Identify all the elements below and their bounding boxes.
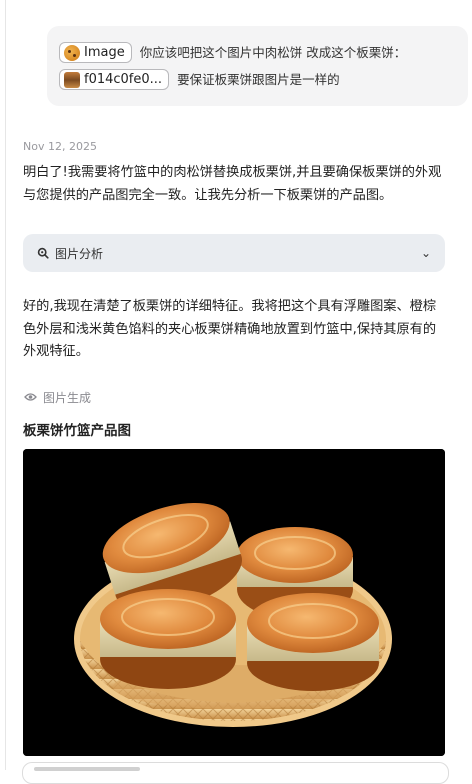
image-generation-label-row: 图片生成 [24, 389, 91, 406]
image-generation-label: 图片生成 [43, 391, 92, 405]
user-message-line-1: Image 你应该吧把这个图片中肉松饼 改成这个板栗饼： [59, 39, 456, 66]
composer-box[interactable] [22, 762, 449, 784]
assistant-detail-text: 好的,我现在清楚了板栗饼的详细特征。我将把这个具有浮雕图案、橙棕色外层和浅米黄色… [23, 299, 437, 359]
user-message-bubble: Image 你应该吧把这个图片中肉松饼 改成这个板栗饼： f014c0fe0..… [47, 26, 468, 106]
image-analysis-label: 图片分析 [55, 246, 104, 261]
pastry-thumbnail-icon [64, 71, 80, 88]
image-analysis-icon [37, 244, 49, 263]
user-message-text-2: 要保证板栗饼跟图片是一样的 [177, 71, 340, 87]
file-attachment-label: f014c0fe0... [84, 71, 163, 87]
image-analysis-toggle[interactable]: 图片分析 ⌄ [23, 234, 445, 272]
image-attachment-chip[interactable]: Image [59, 42, 132, 63]
assistant-intro-text: 明白了!我需要将竹篮中的肉松饼替换成板栗饼,并且要确保板栗饼的外观与您提供的产品… [23, 165, 442, 203]
message-date: Nov 12, 2025 [23, 140, 97, 153]
eye-icon [24, 391, 37, 405]
user-message-line-2: f014c0fe0... 要保证板栗饼跟图片是一样的 [59, 66, 456, 93]
file-attachment-chip[interactable]: f014c0fe0... [59, 69, 170, 90]
image-attachment-label: Image [84, 44, 125, 60]
user-message-text-1: 你应该吧把这个图片中肉松饼 改成这个板栗饼： [139, 44, 407, 60]
generated-product-image[interactable] [23, 449, 445, 756]
composer-attachment-pill [34, 767, 140, 771]
generated-image-title: 板栗饼竹篮产品图 [23, 423, 131, 439]
conversation-left-rule [5, 0, 6, 770]
chevron-down-icon: ⌄ [420, 246, 431, 260]
cookie-icon [64, 44, 80, 61]
